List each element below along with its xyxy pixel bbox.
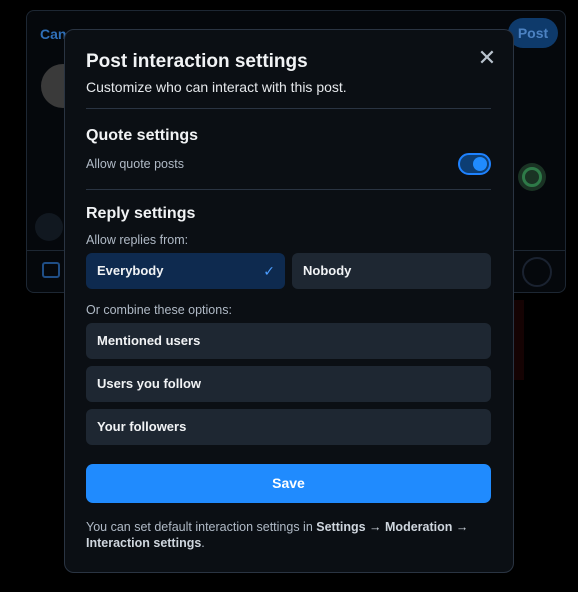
combine-options-label: Or combine these options: — [86, 303, 232, 317]
close-icon[interactable]: ✕ — [475, 46, 499, 70]
combine-option-your-followers[interactable]: Your followers — [86, 409, 491, 445]
divider — [86, 189, 491, 190]
background-post-button: Post — [508, 18, 558, 48]
language-icon — [35, 213, 63, 241]
footer-arrow: → — [452, 520, 469, 534]
combine-option-label: Your followers — [97, 419, 187, 434]
combine-option-label: Mentioned users — [97, 333, 201, 348]
combine-option-users-you-follow[interactable]: Users you follow — [86, 366, 491, 402]
combine-option-label: Users you follow — [97, 376, 202, 391]
checkmark-icon: ✓ — [263, 263, 275, 279]
background-cancel-button: Can — [40, 26, 67, 42]
dialog-title: Post interaction settings — [86, 51, 308, 72]
footer-arrow: → — [365, 520, 386, 534]
interaction-settings-link[interactable]: Interaction settings — [86, 536, 201, 550]
allow-replies-from-label: Allow replies from: — [86, 233, 189, 247]
combine-option-mentioned-users[interactable]: Mentioned users — [86, 323, 491, 359]
allow-quote-posts-toggle[interactable] — [458, 153, 491, 175]
footer-text: You can set default interaction settings… — [86, 520, 317, 534]
settings-link[interactable]: Settings — [316, 520, 365, 534]
grammar-icon — [518, 163, 546, 191]
interaction-settings-dialog: Post interaction settings Customize who … — [64, 29, 514, 573]
toggle-knob — [473, 157, 487, 171]
save-button[interactable]: Save — [86, 464, 491, 503]
quote-settings-title: Quote settings — [86, 127, 199, 144]
divider — [86, 108, 491, 109]
reply-settings-title: Reply settings — [86, 205, 196, 222]
character-count-icon — [522, 257, 552, 287]
reply-option-everybody[interactable]: Everybody ✓ — [86, 253, 285, 289]
reply-option-label: Nobody — [303, 263, 352, 278]
moderation-link[interactable]: Moderation — [385, 520, 452, 534]
image-icon — [42, 262, 60, 278]
reply-option-nobody[interactable]: Nobody — [292, 253, 491, 289]
footer-note: You can set default interaction settings… — [86, 519, 491, 551]
footer-suffix: . — [201, 536, 205, 550]
reply-option-label: Everybody — [97, 263, 164, 278]
allow-quote-posts-label: Allow quote posts — [86, 157, 184, 171]
dialog-subtitle: Customize who can interact with this pos… — [86, 79, 347, 95]
